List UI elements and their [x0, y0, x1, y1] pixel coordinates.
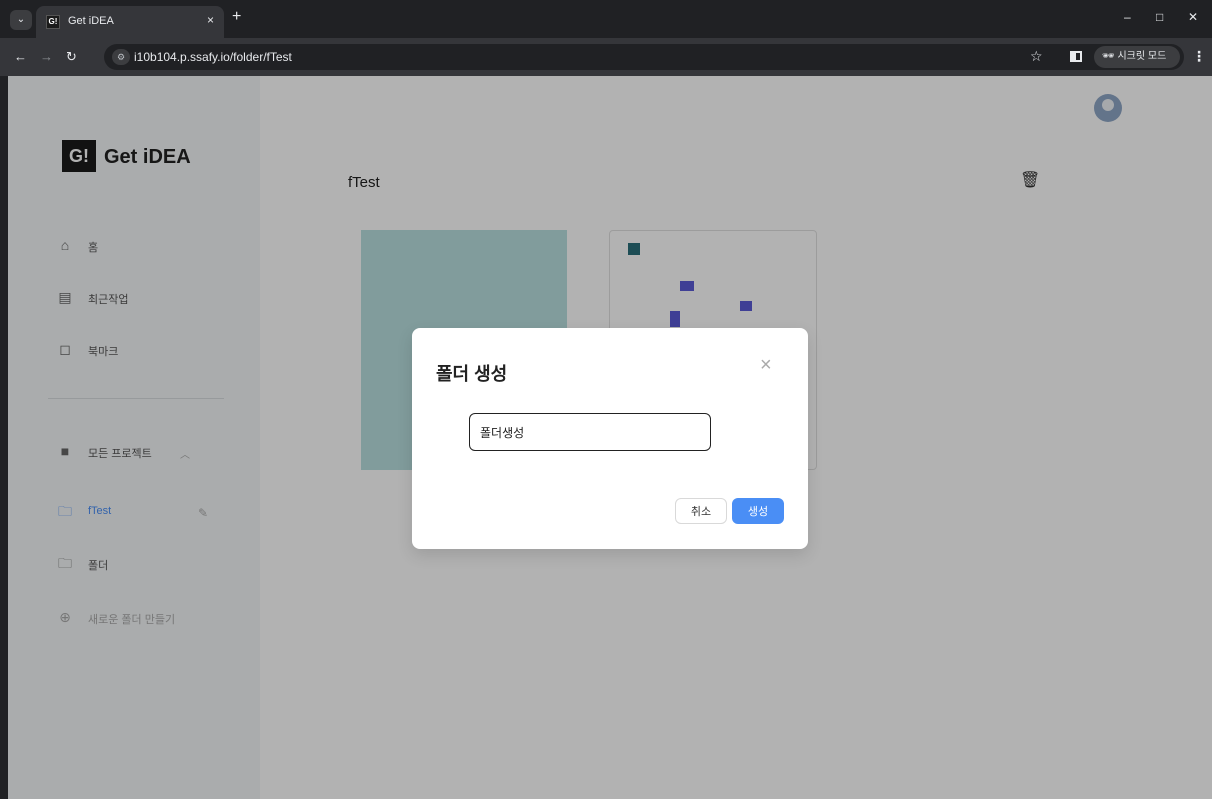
tab-close-icon[interactable]: × [207, 13, 214, 27]
back-icon[interactable]: ← [14, 49, 27, 64]
cancel-button[interactable]: 취소 [675, 498, 727, 524]
minimize-button[interactable]: – [1124, 10, 1131, 24]
folder-name-input[interactable] [469, 413, 711, 451]
tab-strip: ⌄ G! Get iDEA × + – □ ✕ [0, 0, 1212, 38]
browser-toolbar: ← → ↻ ⚙ i10b104.p.ssafy.io/folder/fTest … [0, 38, 1212, 76]
page-viewport: G! Get iDEA ⌂ 홈 ▤ 최근작업 ◻ 북마크 ■ 모든 프로젝트 ︿… [8, 76, 1212, 799]
reload-icon[interactable]: ↻ [66, 49, 77, 65]
tab-title: Get iDEA [68, 15, 114, 27]
site-info-icon[interactable]: ⚙ [112, 49, 130, 65]
create-folder-dialog: 폴더 생성 × 취소 생성 [412, 328, 808, 549]
favicon-icon: G! [46, 15, 60, 29]
close-icon[interactable]: × [760, 354, 772, 377]
close-window-button[interactable]: ✕ [1188, 10, 1198, 24]
maximize-button[interactable]: □ [1156, 10, 1163, 24]
url-text[interactable]: i10b104.p.ssafy.io/folder/fTest [134, 50, 292, 64]
forward-icon[interactable]: → [40, 49, 53, 64]
browser-tab[interactable]: G! Get iDEA × [36, 6, 224, 38]
create-button[interactable]: 생성 [732, 498, 784, 524]
bookmark-star-icon[interactable]: ☆ [1030, 48, 1043, 65]
dialog-title: 폴더 생성 [436, 364, 508, 384]
browser-menu-icon[interactable]: ⋮ [1192, 48, 1206, 65]
tab-search-button[interactable]: ⌄ [10, 10, 32, 30]
incognito-icon: 🕶 [1102, 51, 1118, 62]
incognito-label: 시크릿 모드 [1117, 51, 1167, 62]
address-bar[interactable]: ⚙ i10b104.p.ssafy.io/folder/fTest ☆ [104, 44, 1184, 70]
incognito-badge[interactable]: 🕶 시크릿 모드 [1094, 46, 1180, 68]
side-panel-icon[interactable] [1070, 51, 1082, 62]
browser-chrome: ⌄ G! Get iDEA × + – □ ✕ ← → ↻ ⚙ i10b104.… [0, 0, 1212, 76]
new-tab-button[interactable]: + [232, 9, 241, 25]
